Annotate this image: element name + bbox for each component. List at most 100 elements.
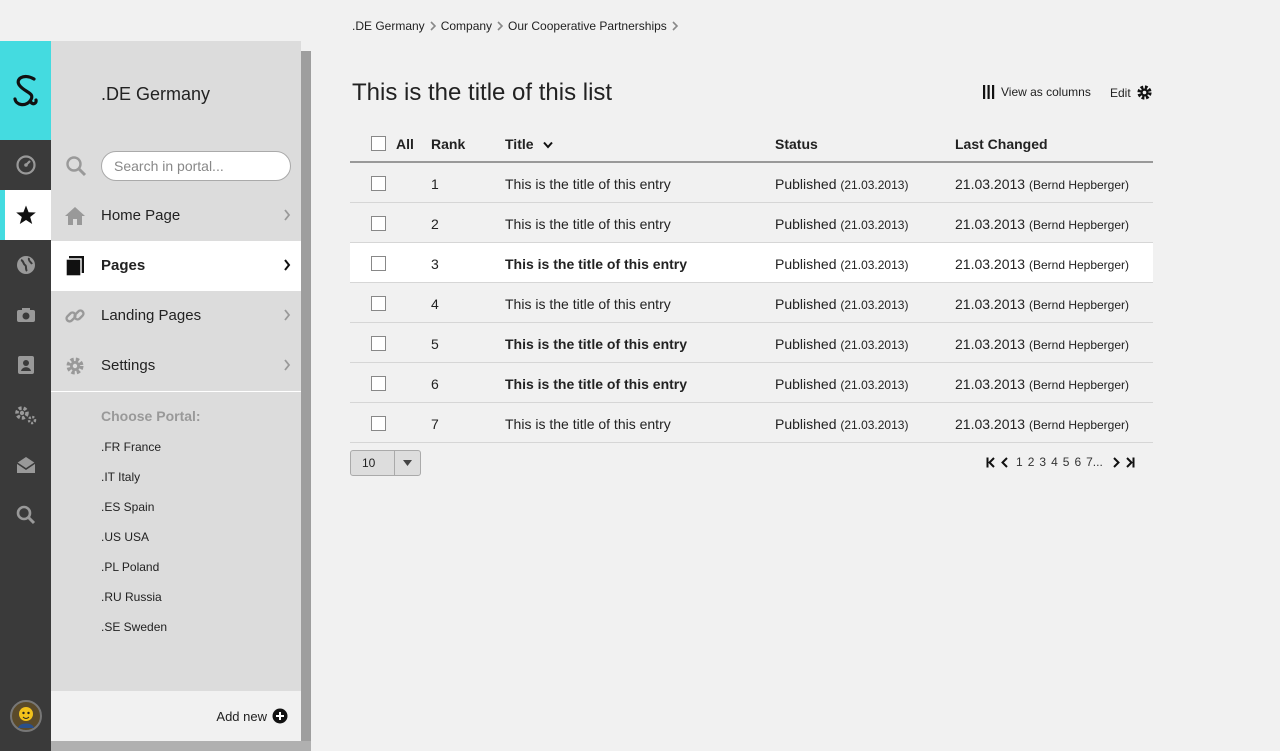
page-link[interactable]: 5 <box>1063 455 1070 469</box>
cell-title[interactable]: This is the title of this entry <box>505 296 671 312</box>
table-row[interactable]: 5 This is the title of this entry Publis… <box>350 323 1153 363</box>
portal-item[interactable]: .SE Sweden <box>101 620 167 634</box>
changed-date: 21.03.2013 <box>955 296 1026 312</box>
cell-status: Published (21.03.2013) <box>775 176 908 192</box>
nav-item-home-page[interactable]: Home Page <box>51 191 301 241</box>
cell-status: Published (21.03.2013) <box>775 376 908 392</box>
column-header-title[interactable]: Title <box>505 136 554 152</box>
entries-table: All Rank Title Status Last Changed 1 Thi… <box>350 123 1153 443</box>
avatar[interactable] <box>10 700 42 732</box>
cell-last-changed: 21.03.2013 (Bernd Hepberger) <box>955 216 1129 232</box>
cell-status: Published (21.03.2013) <box>775 256 908 272</box>
edit-label: Edit <box>1110 85 1131 100</box>
cell-rank: 7 <box>431 416 439 432</box>
column-header-last-changed[interactable]: Last Changed <box>955 136 1048 152</box>
panel-shadow <box>51 741 311 751</box>
changed-date: 21.03.2013 <box>955 216 1026 232</box>
table-row[interactable]: 3 This is the title of this entry Publis… <box>350 243 1153 283</box>
portal-item[interactable]: .ES Spain <box>101 500 154 514</box>
contacts-icon[interactable] <box>0 340 51 390</box>
row-checkbox[interactable] <box>371 376 386 391</box>
breadcrumb-item[interactable]: Company <box>441 19 492 33</box>
nav-item-landing-pages[interactable]: Landing Pages <box>51 291 301 341</box>
cell-status: Published (21.03.2013) <box>775 336 908 352</box>
pagination: 1 2 3 4 5 6 7... <box>986 455 1135 469</box>
per-page-select[interactable]: 10 <box>350 450 421 476</box>
view-as-columns-button[interactable]: View as columns <box>983 85 1091 99</box>
cell-last-changed: 21.03.2013 (Bernd Hepberger) <box>955 176 1129 192</box>
portal-item[interactable]: .IT Italy <box>101 470 140 484</box>
changed-date: 21.03.2013 <box>955 256 1026 272</box>
edit-button[interactable]: Edit <box>1110 84 1153 101</box>
select-all-label: All <box>396 136 414 152</box>
changed-by: (Bernd Hepberger) <box>1028 218 1130 232</box>
nav-item-label: Landing Pages <box>101 307 202 324</box>
portal-item[interactable]: .US USA <box>101 530 149 544</box>
settings-gears-icon[interactable] <box>0 390 51 440</box>
portal-item[interactable]: .FR France <box>101 440 161 454</box>
changed-by: (Bernd Hepberger) <box>1028 258 1130 272</box>
changed-date: 21.03.2013 <box>955 376 1026 392</box>
status-date: (21.03.2013) <box>840 338 909 352</box>
page-link[interactable]: 6 <box>1074 455 1081 469</box>
cell-title[interactable]: This is the title of this entry <box>505 176 671 192</box>
cell-title[interactable]: This is the title of this entry <box>505 336 687 352</box>
last-page-icon[interactable] <box>1125 456 1135 468</box>
changed-by: (Bernd Hepberger) <box>1028 378 1130 392</box>
camera-icon[interactable] <box>0 290 51 340</box>
plus-circle-icon[interactable] <box>272 708 288 729</box>
chevron-right-icon <box>283 308 291 326</box>
next-page-icon[interactable] <box>1113 456 1120 468</box>
breadcrumb-item[interactable]: Our Cooperative Partnerships <box>508 19 667 33</box>
table-row[interactable]: 1 This is the title of this entry Publis… <box>350 163 1153 203</box>
table-row[interactable]: 6 This is the title of this entry Publis… <box>350 363 1153 403</box>
nav-item-settings[interactable]: Settings <box>51 341 301 391</box>
mail-icon[interactable] <box>0 440 51 490</box>
globe-icon[interactable] <box>0 240 51 290</box>
row-checkbox[interactable] <box>371 296 386 311</box>
portal-item[interactable]: .RU Russia <box>101 590 162 604</box>
cell-title[interactable]: This is the title of this entry <box>505 216 671 232</box>
search-input[interactable] <box>101 151 291 181</box>
page-link[interactable]: 2 <box>1028 455 1035 469</box>
column-header-status[interactable]: Status <box>775 136 818 152</box>
row-checkbox[interactable] <box>371 216 386 231</box>
first-page-icon[interactable] <box>986 456 996 468</box>
cell-title[interactable]: This is the title of this entry <box>505 256 687 272</box>
page-link[interactable]: 3 <box>1039 455 1046 469</box>
page-link[interactable]: 7... <box>1086 455 1103 469</box>
table-row[interactable]: 2 This is the title of this entry Publis… <box>350 203 1153 243</box>
table-row[interactable]: 7 This is the title of this entry Publis… <box>350 403 1153 443</box>
cell-title[interactable]: This is the title of this entry <box>505 376 687 392</box>
table-row[interactable]: 4 This is the title of this entry Publis… <box>350 283 1153 323</box>
cell-status: Published (21.03.2013) <box>775 296 908 312</box>
column-header-rank[interactable]: Rank <box>431 136 465 152</box>
row-checkbox[interactable] <box>371 416 386 431</box>
select-all-checkbox[interactable] <box>371 136 386 151</box>
row-checkbox[interactable] <box>371 176 386 191</box>
row-checkbox[interactable] <box>371 336 386 351</box>
nav-item-pages[interactable]: Pages <box>51 241 301 291</box>
search-icon[interactable] <box>0 490 51 540</box>
dashboard-icon[interactable] <box>0 140 51 190</box>
s-logo-icon[interactable] <box>0 41 51 140</box>
page-link[interactable]: 4 <box>1051 455 1058 469</box>
status-date: (21.03.2013) <box>840 378 909 392</box>
chevron-right-icon <box>429 21 437 31</box>
add-new-button[interactable]: Add new <box>216 709 267 724</box>
changed-date: 21.03.2013 <box>955 336 1026 352</box>
previous-page-icon[interactable] <box>1001 456 1008 468</box>
pages-icon <box>64 255 86 282</box>
cell-title[interactable]: This is the title of this entry <box>505 416 671 432</box>
row-checkbox[interactable] <box>371 256 386 271</box>
breadcrumb-item[interactable]: .DE Germany <box>352 19 425 33</box>
page-link[interactable]: 1 <box>1016 455 1023 469</box>
cell-status: Published (21.03.2013) <box>775 216 908 232</box>
chevron-right-icon <box>283 358 291 376</box>
chevron-right-icon <box>671 21 679 31</box>
star-icon[interactable] <box>0 190 51 240</box>
portal-item[interactable]: .PL Poland <box>101 560 159 574</box>
dropdown-arrow-icon[interactable] <box>394 451 420 475</box>
cell-last-changed: 21.03.2013 (Bernd Hepberger) <box>955 376 1129 392</box>
divider <box>51 391 301 392</box>
